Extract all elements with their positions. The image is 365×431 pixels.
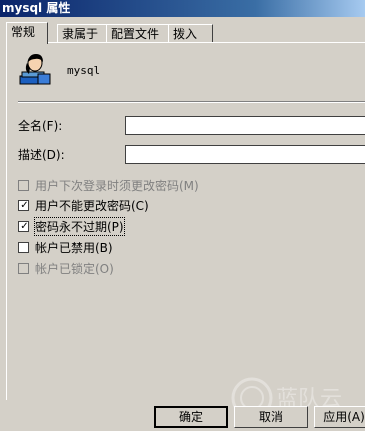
check-icon: ✓ — [20, 220, 29, 232]
checkbox-label: 密码永不过期(P) — [34, 216, 125, 236]
checkbox-account-locked[interactable]: 帐户已锁定(O) — [18, 260, 114, 276]
checkbox-box: ✓ — [18, 199, 29, 211]
tab-member-of[interactable]: 隶属于 — [57, 24, 107, 43]
user-name: mysql — [67, 64, 101, 77]
checkbox-label: 用户不能更改密码(C) — [35, 198, 149, 213]
apply-button[interactable]: 应用(A) — [314, 406, 365, 428]
user-icon — [19, 54, 51, 85]
divider-top — [18, 101, 365, 103]
checkbox-must-change-password[interactable]: 用户下次登录时须更改密码(M) — [18, 177, 199, 193]
checkbox-password-never-expires[interactable]: ✓ 密码永不过期(P) — [18, 216, 125, 236]
cancel-button[interactable]: 取消 — [234, 406, 308, 428]
tab-profile[interactable]: 配置文件 — [106, 24, 169, 43]
description-label: 描述(D): — [18, 148, 65, 162]
checkbox-label: 帐户已锁定(O) — [35, 261, 114, 276]
checkbox-cannot-change-password[interactable]: ✓ 用户不能更改密码(C) — [18, 197, 149, 213]
checkbox-label: 帐户已禁用(B) — [35, 240, 113, 255]
fullname-field[interactable] — [125, 116, 365, 135]
tab-dial-in[interactable]: 拨入 — [168, 24, 213, 43]
description-field[interactable] — [125, 145, 365, 164]
fullname-label: 全名(F): — [18, 119, 63, 133]
checkbox-box — [18, 179, 29, 191]
checkbox-box: ✓ — [18, 220, 29, 232]
tab-general[interactable]: 常规 — [6, 22, 48, 44]
window-title: mysql 属性 — [0, 0, 365, 17]
checkbox-account-disabled[interactable]: 帐户已禁用(B) — [18, 239, 113, 255]
ok-button[interactable]: 确定 — [154, 406, 228, 428]
checkbox-box — [18, 241, 29, 253]
checkbox-label: 用户下次登录时须更改密码(M) — [35, 178, 199, 193]
checkbox-box — [18, 262, 29, 274]
check-icon: ✓ — [20, 199, 29, 211]
